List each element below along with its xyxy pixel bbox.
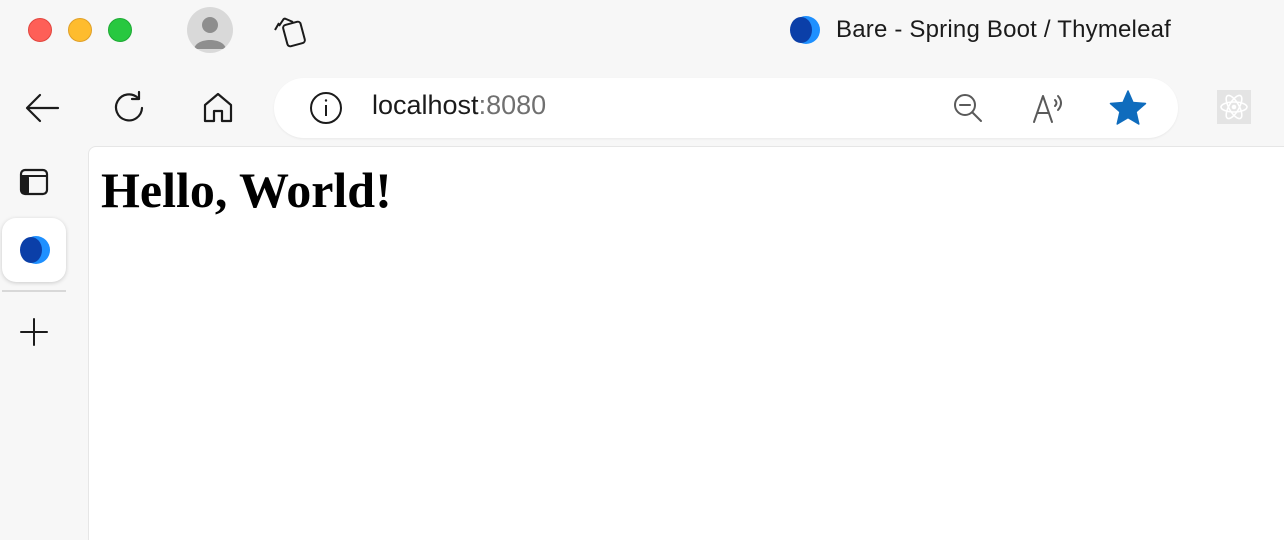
site-info-button[interactable] <box>308 90 344 126</box>
window-title: Bare - Spring Boot / Thymeleaf <box>786 12 1171 48</box>
back-button[interactable] <box>20 86 64 130</box>
new-tab-button[interactable] <box>2 300 66 364</box>
refresh-icon <box>114 90 144 122</box>
sidebar-divider <box>2 290 66 292</box>
favorite-button[interactable] <box>1108 88 1148 128</box>
read-aloud-button[interactable] <box>1030 90 1068 126</box>
edge-logo-icon <box>20 236 50 264</box>
refresh-button[interactable] <box>108 86 152 130</box>
sidebar-tab-active[interactable] <box>2 218 66 282</box>
minimize-window-button[interactable] <box>68 18 92 42</box>
url-text[interactable]: localhost:8080 <box>372 90 546 121</box>
home-icon <box>203 92 233 123</box>
info-icon <box>310 92 342 124</box>
tab-actions-button[interactable] <box>2 150 66 214</box>
zoom-out-button[interactable] <box>950 90 986 126</box>
back-arrow-icon <box>25 93 60 123</box>
star-icon <box>1109 90 1147 125</box>
home-button[interactable] <box>196 86 240 130</box>
read-aloud-icon <box>1033 95 1062 123</box>
close-window-button[interactable] <box>28 18 52 42</box>
zoom-window-button[interactable] <box>108 18 132 42</box>
plus-icon <box>20 318 48 346</box>
tab-actions-icon <box>19 168 49 196</box>
url-host: localhost <box>372 90 479 120</box>
url-port: :8080 <box>478 90 547 120</box>
person-icon <box>194 17 226 49</box>
zoom-out-icon <box>954 94 982 122</box>
react-devtools-extension-button[interactable] <box>1217 90 1251 124</box>
web-content: Hello, World! <box>88 146 1284 540</box>
workspaces-button[interactable] <box>271 12 309 50</box>
tab-collection-icon <box>274 17 306 48</box>
page-title: Bare - Spring Boot / Thymeleaf <box>836 16 1172 43</box>
react-devtools-icon <box>1220 94 1248 120</box>
edge-logo-icon <box>790 16 820 44</box>
page-heading: Hello, World! <box>101 162 392 218</box>
profile-avatar[interactable] <box>187 7 233 53</box>
